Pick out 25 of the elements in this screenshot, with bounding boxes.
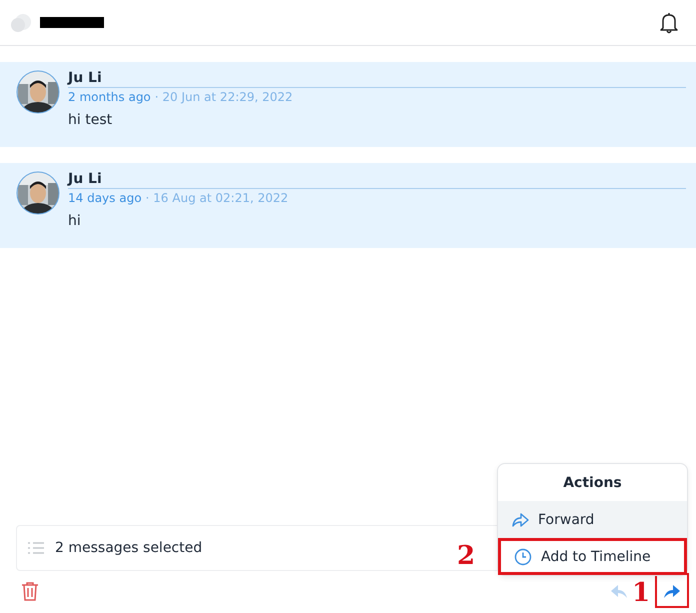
message-text: hi [68, 213, 82, 229]
timestamp: · 16 Aug at 02:21, 2022 [146, 191, 288, 205]
author-name: Ju Li [68, 171, 686, 189]
annotation-number: 2 [457, 543, 476, 569]
relative-time: 14 days ago [68, 191, 142, 205]
clock-icon [514, 548, 532, 566]
author-name: Ju Li [68, 70, 686, 88]
message-card[interactable]: Ju Li 2 months ago · 20 Jun at 22:29, 2022 hi test [0, 62, 696, 147]
redaction-bar [40, 17, 104, 28]
forward-icon [663, 582, 681, 598]
message-card[interactable]: Ju Li 14 days ago · 16 Aug at 02:21, 2022 hi [0, 163, 696, 248]
trash-icon[interactable] [21, 581, 39, 601]
forward-icon [511, 510, 529, 528]
notification-bell-icon[interactable] [658, 10, 680, 34]
menu-item[interactable]: Forward [498, 501, 687, 538]
annotation-number: 1 [632, 580, 650, 606]
message-text: hi test [68, 112, 114, 128]
selection-count: 2 messages selected [55, 540, 202, 556]
timestamp: · 20 Jun at 22:29, 2022 [154, 90, 293, 104]
relative-time: 2 months ago [68, 90, 151, 104]
logo-icon [10, 12, 32, 34]
menu-item[interactable]: Add to Timeline [498, 538, 687, 575]
forward-button[interactable] [655, 573, 689, 608]
list-icon [27, 541, 45, 555]
menu-title: Actions [562, 474, 623, 493]
